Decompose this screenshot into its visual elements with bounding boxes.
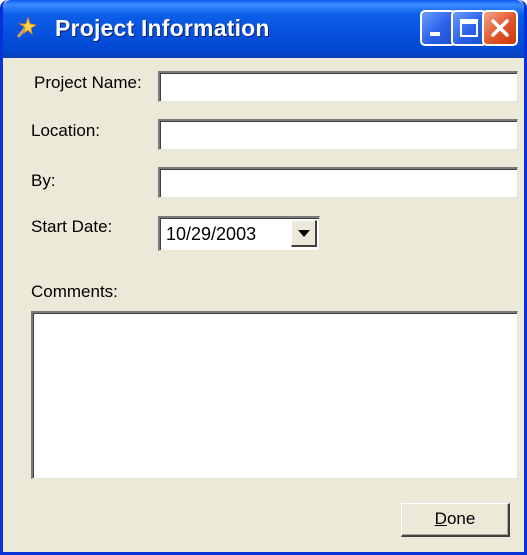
start-date-value[interactable]: 10/29/2003	[166, 224, 256, 245]
close-button[interactable]	[482, 10, 518, 46]
done-button[interactable]: Done	[401, 503, 510, 537]
wand-icon	[16, 17, 36, 38]
by-input[interactable]	[158, 167, 518, 198]
done-mnemonic: D	[434, 509, 447, 528]
location-input[interactable]	[158, 119, 518, 150]
by-label: By:	[31, 171, 56, 190]
comments-textarea[interactable]	[31, 311, 518, 479]
start-date-label: Start Date:	[31, 217, 113, 236]
project-information-window: Project Information Project Name: Locati…	[0, 0, 527, 555]
close-icon	[491, 19, 509, 37]
title-bar[interactable]: Project Information	[3, 0, 524, 58]
done-label: one	[446, 509, 476, 528]
date-dropdown-button[interactable]	[291, 220, 317, 247]
comments-label: Comments:	[31, 282, 118, 301]
project-name-label: Project Name:	[34, 73, 142, 92]
location-label: Location:	[31, 121, 100, 140]
maximize-icon	[460, 19, 478, 37]
minimize-icon	[430, 32, 440, 36]
window-title: Project Information	[55, 15, 270, 41]
chevron-down-icon	[298, 230, 310, 237]
start-date-picker[interactable]: 10/29/2003	[158, 216, 320, 251]
project-name-input[interactable]	[158, 71, 518, 102]
